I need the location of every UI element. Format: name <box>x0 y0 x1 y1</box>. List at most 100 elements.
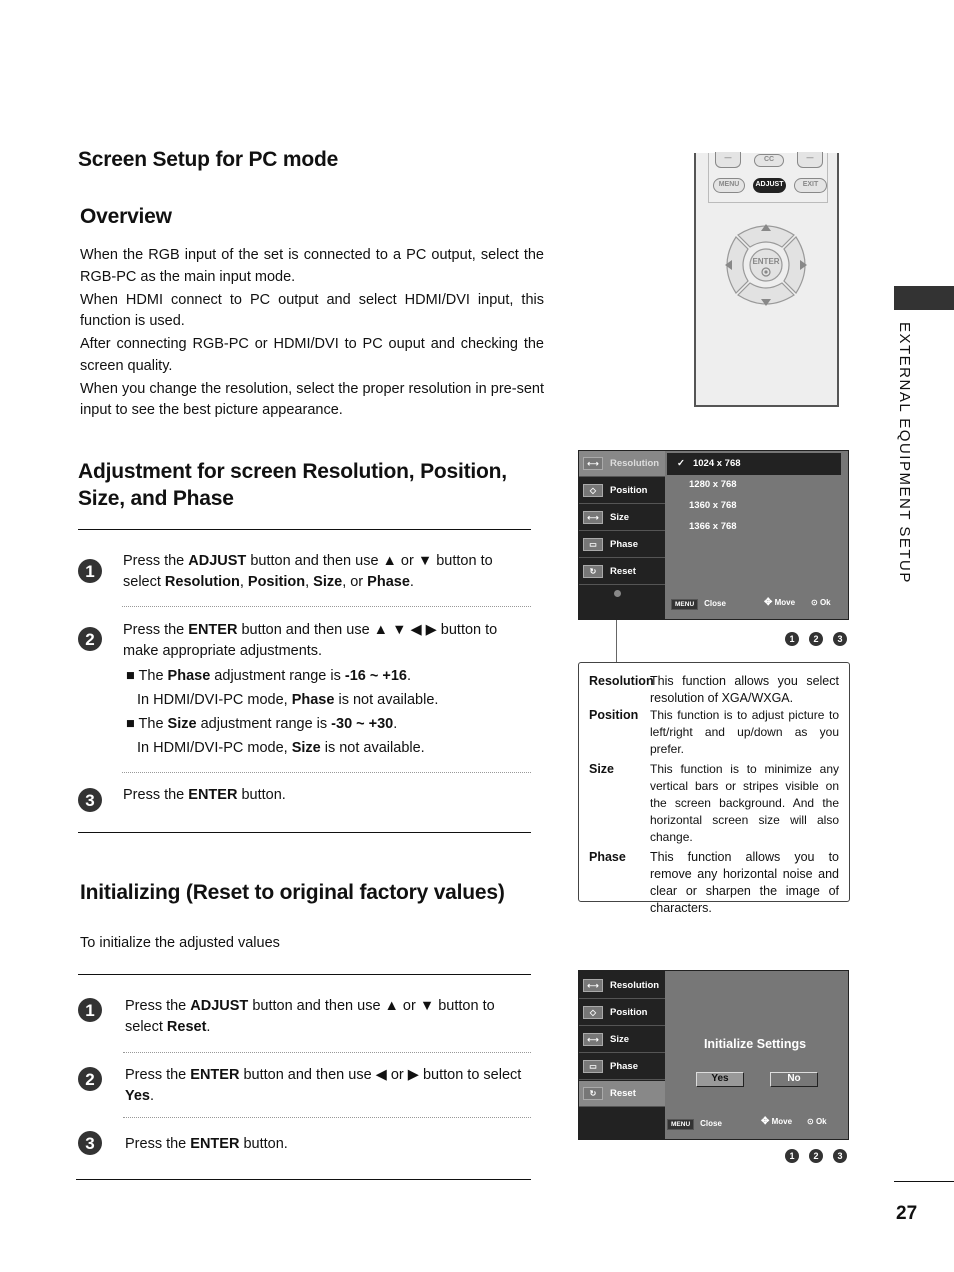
osd-item-position[interactable]: ◇ Position <box>579 1000 665 1026</box>
adjustment-heading: Adjustment for screen Resolution, Positi… <box>78 460 507 510</box>
divider <box>78 974 531 975</box>
osd-item-reset[interactable]: ↻ Reset <box>579 559 665 585</box>
osd-resolution-menu: ⟷ Resolution ◇ Position ⟷ Size ▭ Phase ↻ Rese… <box>578 450 849 620</box>
step-marker: 2 <box>809 632 823 646</box>
ok-icon: ⊙ <box>807 1117 814 1126</box>
cc-button: CC <box>754 154 784 167</box>
section-label: EXTERNAL EQUIPMENT SETUP <box>896 322 913 584</box>
yes-button[interactable]: Yes <box>696 1072 744 1087</box>
step-number: 3 <box>78 788 102 812</box>
step-number: 1 <box>78 998 102 1022</box>
exit-button: EXIT <box>794 178 827 193</box>
osd-item-resolution[interactable]: ⟷ Resolution <box>579 973 665 999</box>
function-descriptions: Resolution This function allows you selec… <box>578 662 850 915</box>
osd-footer-close: MENU Close <box>667 1119 722 1130</box>
initializing-heading: Initializing (Reset to original factory … <box>80 881 505 904</box>
osd-item-size[interactable]: ⟷ Size <box>579 1027 665 1053</box>
step-number: 2 <box>78 627 102 651</box>
dotted-divider <box>122 772 531 773</box>
osd-footer-ok: ⊙ Ok <box>807 1117 827 1126</box>
init-step-1: Press the ADJUST button and then use ▲ o… <box>125 998 495 1035</box>
osd-item-size[interactable]: ⟷ Size <box>579 505 665 531</box>
reset-icon: ↻ <box>583 1087 603 1100</box>
osd-item-phase[interactable]: ▭ Phase <box>579 1054 665 1080</box>
ok-icon: ⊙ <box>811 598 818 607</box>
note-size-hdmi: In HDMI/DVI-PC mode, Size is not availab… <box>137 740 425 756</box>
adjust-step-2: Press the ENTER button and then use ▲ ▼ … <box>123 622 498 659</box>
dialog-title: Initialize Settings <box>703 1037 807 1051</box>
desc-resolution: Resolution This function allows you selec… <box>589 674 839 705</box>
osd-item-resolution[interactable]: ⟷ Resolution <box>579 451 665 477</box>
overview-heading: Overview <box>80 205 172 228</box>
note-size-range: ■ The Size adjustment range is -30 ~ +30… <box>126 716 398 732</box>
osd-item-reset[interactable]: ↻ Reset <box>579 1081 665 1107</box>
footer-rule <box>894 1181 954 1182</box>
osd-footer-close: MENU Close <box>671 599 726 610</box>
adjust-button: ADJUST <box>753 178 786 193</box>
overview-paragraph: When the RGB input of the set is connect… <box>80 247 544 285</box>
desc-size: Size This function is to minimize any ver… <box>589 762 839 844</box>
adjust-step-1: Press the ADJUST button and then use ▲ o… <box>123 553 493 590</box>
osd-item-position[interactable]: ◇ Position <box>579 478 665 504</box>
step-marker: 1 <box>785 632 799 646</box>
initializing-subheading: To initialize the adjusted values <box>80 935 280 951</box>
no-button[interactable]: No <box>770 1072 818 1087</box>
move-arrows-icon: ✥ <box>764 597 773 608</box>
dotted-divider <box>123 1052 531 1053</box>
osd-footer-move: ✥ Move <box>761 1116 793 1127</box>
osd-footer-ok: ⊙ Ok <box>811 598 831 607</box>
size-icon: ⟷ <box>583 511 603 524</box>
desc-position: Position This function is to adjust pictu… <box>589 708 839 756</box>
resolution-option[interactable]: 1360 x 768 <box>667 495 841 517</box>
init-step-3: Press the ENTER button. <box>125 1136 288 1152</box>
resolution-icon: ⟷ <box>583 457 603 470</box>
overview-paragraph: When you change the resolution, select t… <box>80 380 544 419</box>
page-number: 27 <box>896 1203 918 1224</box>
minus-button: — <box>797 152 823 168</box>
resolution-option[interactable]: 1366 x 768 <box>667 516 841 538</box>
remote-button-panel: — CC — MENU ADJUST EXIT <box>708 152 828 203</box>
step-marker: 2 <box>809 1149 823 1163</box>
divider <box>78 832 531 833</box>
osd-footer-move: ✥ Move <box>764 597 796 608</box>
overview-paragraph: When HDMI connect to PC output and selec… <box>80 291 544 330</box>
remote-control: — CC — MENU ADJUST EXIT ENTER <box>694 152 839 407</box>
dotted-divider <box>122 606 531 607</box>
page-title: Screen Setup for PC mode <box>78 148 339 171</box>
overview-body: When the RGB input of the set is connect… <box>80 245 544 423</box>
minus-button: — <box>715 152 741 168</box>
move-arrows-icon: ✥ <box>761 1116 770 1127</box>
position-icon: ◇ <box>583 1006 603 1019</box>
divider <box>78 529 531 530</box>
section-tab <box>894 286 954 310</box>
osd-reset-menu: ⟷ Resolution ◇ Position ⟷ Size ▭ Phase ↻ Rese… <box>578 970 849 1140</box>
step-marker: 3 <box>833 632 847 646</box>
resolution-option[interactable]: 1280 x 768 <box>667 474 841 496</box>
position-icon: ◇ <box>583 484 603 497</box>
step-marker: 3 <box>833 1149 847 1163</box>
note-phase-hdmi: In HDMI/DVI-PC mode, Phase is not availa… <box>137 692 439 708</box>
resolution-icon: ⟷ <box>583 979 603 992</box>
pointer-dot <box>614 590 621 597</box>
phase-icon: ▭ <box>583 538 603 551</box>
enter-label: ENTER <box>752 257 780 266</box>
phase-icon: ▭ <box>583 1060 603 1073</box>
osd-item-phase[interactable]: ▭ Phase <box>579 532 665 558</box>
overview-paragraph: After connecting RGB-PC or HDMI/DVI to P… <box>80 336 544 374</box>
step-marker: 1 <box>785 1149 799 1163</box>
dotted-divider <box>123 1117 531 1118</box>
step-number: 1 <box>78 559 102 583</box>
resolution-option[interactable]: ✓ 1024 x 768 <box>667 453 841 475</box>
adjust-notes: ■ The Phase adjustment range is -16 ~ +1… <box>126 664 536 760</box>
init-step-2: Press the ENTER button and then use ◀ or… <box>125 1067 522 1104</box>
reset-icon: ↻ <box>583 565 603 578</box>
desc-phase: Phase This function allows you to remove … <box>589 850 839 915</box>
note-phase-range: ■ The Phase adjustment range is -16 ~ +1… <box>126 668 411 684</box>
divider <box>76 1179 531 1180</box>
step-number: 3 <box>78 1131 102 1155</box>
menu-button: MENU <box>713 178 745 193</box>
callout-line <box>616 620 617 662</box>
adjust-step-3: Press the ENTER button. <box>123 787 286 803</box>
size-icon: ⟷ <box>583 1033 603 1046</box>
step-number: 2 <box>78 1067 102 1091</box>
